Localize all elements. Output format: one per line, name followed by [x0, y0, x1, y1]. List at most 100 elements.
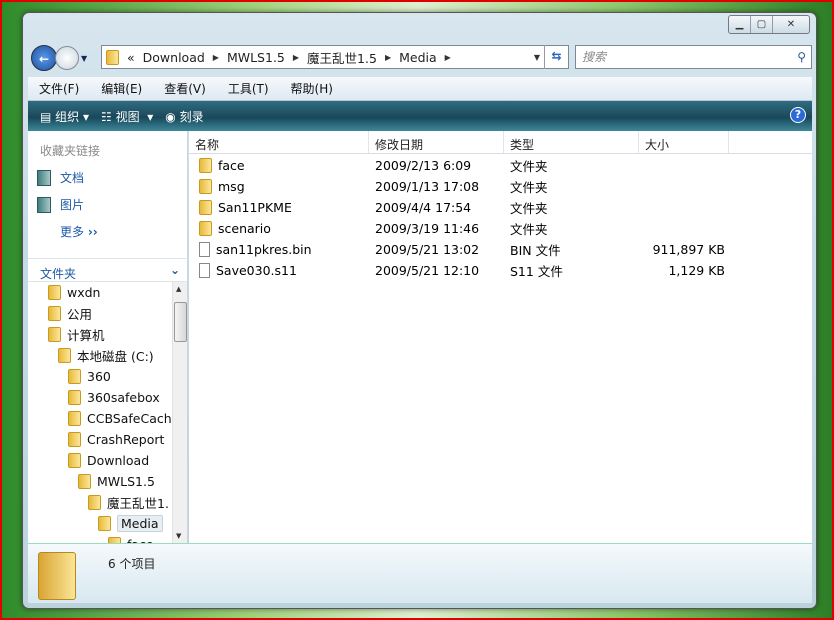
- menu-view[interactable]: 查看(V): [164, 80, 206, 97]
- breadcrumb-mwls[interactable]: MWLS1.5: [227, 50, 285, 65]
- chevron-right-icon[interactable]: ▶: [293, 53, 299, 62]
- chevron-right-icon[interactable]: ▶: [385, 53, 391, 62]
- file-date: 2009/1/13 17:08: [375, 179, 480, 194]
- folder-icon: [199, 200, 212, 215]
- file-type: 文件夹: [510, 180, 548, 195]
- details-pane: 6 个项目: [28, 543, 812, 603]
- file-name: san11pkres.bin: [216, 242, 312, 257]
- file-row[interactable]: San11PKME 2009/4/4 17:54 文件夹: [189, 197, 812, 218]
- menu-bar: 文件(F) 编辑(E) 查看(V) 工具(T) 帮助(H): [28, 77, 812, 101]
- views-button[interactable]: ☷ 视图 ▾: [101, 108, 153, 125]
- breadcrumb-overflow[interactable]: «: [127, 50, 135, 65]
- menu-file[interactable]: 文件(F): [39, 80, 79, 97]
- tree-item[interactable]: 360: [28, 366, 173, 387]
- file-icon: [199, 263, 210, 278]
- folder-icon: [38, 552, 76, 600]
- recent-pages-dropdown[interactable]: ▼: [81, 54, 87, 63]
- column-name[interactable]: 名称: [189, 131, 369, 153]
- tree-item[interactable]: CrashReport: [28, 429, 173, 450]
- folder-icon: [58, 348, 71, 363]
- tree-item[interactable]: 本地磁盘 (C:): [28, 345, 173, 366]
- tree-item[interactable]: wxdn: [28, 282, 173, 303]
- close-button[interactable]: ✕: [773, 16, 809, 33]
- column-date[interactable]: 修改日期: [369, 131, 504, 153]
- navigation-pane: 收藏夹链接 文档 图片 更多 ›› 文件夹 ⌄ wxdn 公用 计算机 本地磁盘 (C:…: [28, 131, 188, 543]
- menu-tools[interactable]: 工具(T): [228, 80, 269, 97]
- command-bar: ▤ 组织 ▾ ☷ 视图 ▾ ◉ 刻录 ?: [28, 101, 812, 131]
- refresh-button[interactable]: ⇆: [544, 45, 568, 69]
- file-name: San11PKME: [218, 200, 292, 215]
- file-type: S11 文件: [510, 264, 563, 279]
- tree-item[interactable]: MWLS1.5: [28, 471, 173, 492]
- search-placeholder: 搜索: [582, 50, 607, 64]
- menu-edit[interactable]: 编辑(E): [101, 80, 142, 97]
- file-name: Save030.s11: [216, 263, 297, 278]
- breadcrumb-media[interactable]: Media: [399, 50, 437, 65]
- folder-icon: [98, 516, 111, 531]
- file-date: 2009/3/19 11:46: [375, 221, 480, 236]
- breadcrumb-mowang[interactable]: 魔王乱世1.5: [307, 48, 377, 67]
- folder-icon: [68, 411, 81, 426]
- chevron-right-icon[interactable]: ▶: [213, 53, 219, 62]
- maximize-button[interactable]: ▢: [751, 16, 773, 33]
- tree-item-label: 360safebox: [87, 390, 160, 405]
- folder-icon: [199, 221, 212, 236]
- menu-help[interactable]: 帮助(H): [291, 80, 333, 97]
- search-icon[interactable]: ⚲: [797, 46, 806, 68]
- help-icon[interactable]: ?: [790, 107, 806, 123]
- tree-item[interactable]: 公用: [28, 303, 173, 324]
- tree-item[interactable]: Media: [28, 513, 173, 534]
- breadcrumb-download[interactable]: Download: [143, 50, 205, 65]
- column-size[interactable]: 大小: [639, 131, 729, 153]
- chevron-down-icon[interactable]: ⌄: [170, 263, 180, 277]
- folders-header[interactable]: 文件夹 ⌄: [28, 258, 188, 282]
- organize-button[interactable]: ▤ 组织 ▾: [40, 108, 89, 125]
- favorite-documents[interactable]: 文档: [37, 169, 187, 186]
- address-bar[interactable]: « Download ▶ MWLS1.5 ▶ 魔王乱世1.5 ▶ Media ▶ ▼: [101, 45, 569, 69]
- file-type: 文件夹: [510, 159, 548, 174]
- explorer-window: ▁ ▢ ✕ ← ▼ « Download ▶ MWLS1.5 ▶ 魔王乱世1.5 ▶ …: [22, 12, 817, 609]
- tree-scrollbar[interactable]: ▲ ▼: [172, 282, 187, 543]
- file-list: 名称 修改日期 类型 大小 face 2009/2/13 6:09 文件夹 msg 20…: [189, 131, 812, 543]
- file-size: 1,129 KB: [668, 263, 725, 278]
- search-input[interactable]: 搜索 ⚲: [575, 45, 812, 69]
- file-date: 2009/5/21 13:02: [375, 242, 480, 257]
- tree-item-label: wxdn: [67, 285, 101, 300]
- folder-icon: [68, 369, 81, 384]
- documents-icon: [37, 169, 51, 186]
- column-type[interactable]: 类型: [504, 131, 639, 153]
- folder-icon: [199, 179, 212, 194]
- address-dropdown-icon[interactable]: ▼: [534, 53, 540, 62]
- tree-item[interactable]: 魔王乱世1.: [28, 492, 173, 513]
- file-row[interactable]: scenario 2009/3/19 11:46 文件夹: [189, 218, 812, 239]
- tree-item[interactable]: face: [28, 534, 173, 543]
- favorites-more[interactable]: 更多 ››: [60, 223, 187, 240]
- file-row[interactable]: Save030.s11 2009/5/21 12:10 S11 文件 1,129 KB: [189, 260, 812, 281]
- tree-item[interactable]: CCBSafeCach: [28, 408, 173, 429]
- navigation-buttons: ← ▼: [31, 45, 87, 71]
- file-icon: [199, 242, 210, 257]
- chevron-right-icon[interactable]: ▶: [445, 53, 451, 62]
- file-row[interactable]: san11pkres.bin 2009/5/21 13:02 BIN 文件 911,8…: [189, 239, 812, 260]
- folder-icon: [78, 474, 91, 489]
- favorite-pictures[interactable]: 图片: [37, 196, 187, 213]
- tree-item-label: 公用: [67, 307, 93, 322]
- tree-item[interactable]: 计算机: [28, 324, 173, 345]
- file-row[interactable]: msg 2009/1/13 17:08 文件夹: [189, 176, 812, 197]
- back-button[interactable]: ←: [31, 45, 57, 71]
- file-row[interactable]: face 2009/2/13 6:09 文件夹: [189, 155, 812, 176]
- file-name: msg: [218, 179, 245, 194]
- file-type: 文件夹: [510, 222, 548, 237]
- folder-icon: [48, 327, 61, 342]
- folder-icon: [68, 432, 81, 447]
- tree-item[interactable]: Download: [28, 450, 173, 471]
- tree-item[interactable]: 360safebox: [28, 387, 173, 408]
- folder-icon: [68, 453, 81, 468]
- tree-item-label: CCBSafeCach: [87, 411, 172, 426]
- burn-button[interactable]: ◉ 刻录: [165, 108, 203, 125]
- tree-item-label: 360: [87, 369, 111, 384]
- forward-button[interactable]: [55, 46, 79, 70]
- minimize-button[interactable]: ▁: [729, 16, 751, 33]
- window-controls: ▁ ▢ ✕: [728, 15, 810, 34]
- file-size: 911,897 KB: [652, 242, 725, 257]
